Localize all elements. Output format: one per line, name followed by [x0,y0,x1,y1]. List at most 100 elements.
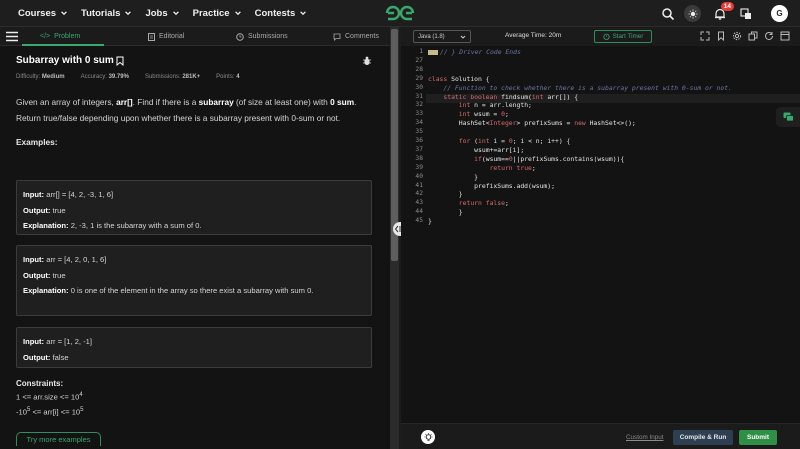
code-snippet-icon[interactable] [780,31,790,41]
explanation-label: Explanation: [23,286,69,295]
code-line-30: // Function to check whether there is a … [443,83,732,92]
theme-toggle-button[interactable] [684,5,701,22]
code-line-1: // } Driver Code Ends [428,48,521,57]
line-number: 28 [415,65,423,73]
submit-button[interactable]: Submit [739,430,777,445]
problem-title-row: Subarray with 0 sum [16,55,374,66]
top-right-actions: 14 G [649,0,788,27]
compile-run-button[interactable]: Compile & Run [673,430,733,445]
example-input: Input: arr[] = [4, 2, -3, 1, 6] [23,187,365,203]
code-line-39: return true; [489,163,536,172]
code-editor[interactable]: 1 27 28 29 30 31 32 33 34 35 36 37 38 39… [401,46,800,443]
tab-comments-label: Comments [345,33,379,40]
editor-bottom-bar: Custom Input Compile & Run Submit [401,423,800,449]
main-nav: Courses Tutorials Jobs Practice Contests [18,0,320,27]
submissions-label: Submissions: [144,74,181,80]
explanation-value: 0 is one of the element in the array so … [70,286,314,295]
reset-icon[interactable] [764,31,774,41]
problem-title: Subarray with 0 sum [16,55,114,66]
active-tab-indicator [22,44,104,46]
code-line-43: return false; [458,199,509,208]
input-label: Input: [23,190,45,199]
notifications-button[interactable]: 14 [713,1,734,21]
line-number: 45 [415,217,423,225]
nav-jobs[interactable]: Jobs [145,8,179,19]
language-value: Java (1.8) [418,33,445,40]
submissions-value: 281K+ [182,74,201,80]
line-number: 31 [415,92,423,100]
example-box-3: Input: arr = [1, 2, -1] Output: false [16,327,372,368]
line-number: 27 [415,56,423,64]
constraint-text: <= arr[i] <= 10 [30,407,81,417]
example-output: Output: true [23,268,365,284]
constraint-exponent: 5 [80,407,84,413]
chat-icon [783,112,794,122]
constraint-line-1: 1 <= arr.size <= 104 [16,392,83,402]
line-number: 29 [415,74,423,82]
line-number: 40 [415,172,423,180]
problem-meta: Difficulty: Medium Accuracy: 39.79% Subm… [16,74,374,80]
language-select[interactable]: Java (1.8) [413,30,471,43]
tab-submissions[interactable]: Submissions [236,27,288,46]
collapsed-comment: // } Driver Code Ends [440,48,521,56]
problem-panel: </> Problem Editorial Submissions Comment… [0,27,390,449]
chevron-down-icon [61,11,67,16]
line-number: 42 [415,190,423,198]
gfg-logo[interactable] [384,4,416,22]
hint-button[interactable] [421,430,435,444]
bug-report-icon[interactable] [362,56,372,66]
document-icon [148,32,155,41]
menu-icon[interactable] [6,31,18,42]
submissions-info: Submissions: 281K+ [145,74,200,80]
code-content[interactable]: // } Driver Code Ends class Solution { /… [428,46,800,225]
nav-courses[interactable]: Courses [18,8,68,19]
bookmark-icon[interactable] [716,31,726,41]
nav-tutorials[interactable]: Tutorials [81,8,132,19]
code-line-34: HashSet<Integer> prefixSums = new HashSe… [428,119,636,128]
translate-icon[interactable] [739,7,753,21]
line-number: 38 [415,154,423,162]
collapsed-region-marker[interactable] [428,49,438,55]
chevron-down-icon [300,11,307,16]
difficulty-label: Difficulty: [16,74,41,80]
avatar[interactable]: G [771,5,788,22]
custom-input-link[interactable]: Custom Input [626,434,663,441]
search-icon[interactable] [661,7,675,21]
chat-button[interactable] [776,107,800,127]
chevron-down-icon [125,11,132,16]
accuracy-label: Accuracy: [80,74,107,80]
bookmark-icon[interactable] [116,56,124,66]
line-number: 32 [415,101,423,109]
nav-jobs-label: Jobs [145,7,168,19]
input-value: arr[] = [4, 2, -3, 1, 6] [46,190,114,199]
tab-editorial[interactable]: Editorial [148,27,184,46]
nav-practice[interactable]: Practice [193,8,242,19]
fullscreen-icon[interactable] [700,31,710,41]
line-number: 33 [415,110,423,118]
line-number: 1 [419,48,423,55]
example-output: Output: true [23,203,365,219]
examples-heading: Examples: [16,137,58,147]
start-timer-button[interactable]: Start Timer [594,30,652,43]
tab-problem-label: Problem [54,33,81,40]
try-more-examples-button[interactable]: Try more examples [16,432,101,446]
nav-tutorials-label: Tutorials [81,7,121,19]
settings-icon[interactable] [732,31,742,41]
nav-contests[interactable]: Contests [255,8,308,19]
output-label: Output: [23,352,51,362]
problem-scrollbar[interactable] [390,27,399,449]
code-line-33: int wsum = 0; [458,110,509,119]
output-value: false [52,352,69,362]
input-value: arr = [4, 2, 0, 1, 6] [46,255,107,264]
example-explanation: Explanation: 0 is one of the element in … [23,283,365,299]
code-line-40: } [428,172,479,181]
copy-icon[interactable] [748,31,758,41]
code-line-29: class Solution { [428,74,490,83]
tab-comments[interactable]: Comments [333,27,379,46]
comment-icon [333,33,341,41]
desc-text: (of size at least one) with [233,97,331,107]
output-value: true [52,205,66,215]
code-line-31: static boolean findsum(int arr[]) { [443,92,579,101]
output-label: Output: [23,270,51,280]
line-numbers: 1 27 28 29 30 31 32 33 34 35 36 37 38 39… [401,46,425,443]
